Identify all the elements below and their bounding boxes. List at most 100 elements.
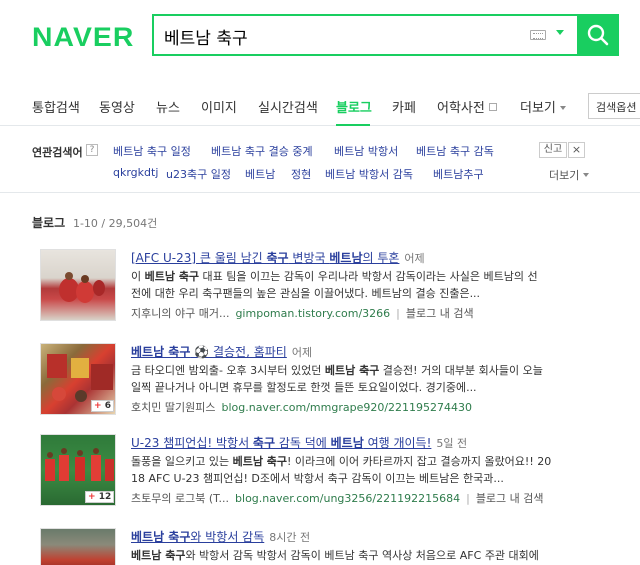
title-text: 변방국 — [288, 251, 330, 265]
result-title[interactable]: 베트남 축구와 박항서 감독 8시간 전 — [131, 528, 310, 545]
result-time: 8시간 전 — [269, 531, 311, 544]
desc-text: 결승전! 거의 대부분 회사들이 오늘 — [379, 364, 543, 377]
section-title: 블로그 — [32, 216, 66, 230]
desc-highlight: 베트남 축구 — [131, 549, 186, 562]
result-description: 이 베트남 축구 대표 팀을 이끄는 감독이 우리나라 박항서 감독이라는 사실… — [131, 268, 631, 302]
related-item[interactable]: u23축구 일정 — [166, 166, 231, 182]
result-description: 베트남 축구와 박항서 감독 박항서 감독이 베트남 축구 역사상 처음으로 A… — [131, 547, 631, 564]
related-item[interactable]: 베트남추구 — [433, 166, 484, 182]
tab-realtime[interactable]: 실시간검색 — [258, 97, 318, 116]
result-meta: 지후니의 야구 매거... gimpoman.tistory.com/3266 | 블… — [131, 307, 474, 320]
result-meta: 츠토무의 로그북 (T... blog.naver.com/ung3256/221… — [131, 492, 544, 505]
title-text: 의 투혼 — [362, 251, 400, 265]
result-author[interactable]: 호치민 딸기원피스 — [131, 401, 215, 414]
title-highlight: 축구 — [252, 436, 276, 450]
desc-text: ! 이라크에 이어 카타르까지 잡고 결승까지 올랐어요!! 20 — [287, 455, 552, 468]
tab-dictionary-label: 어학사전 — [437, 101, 485, 116]
title-text: [AFC U-23] 큰 울림 남긴 — [131, 251, 267, 265]
result-title[interactable]: 베트남 축구 ⚽ 결승전, 홈파티 어제 — [131, 343, 312, 360]
desc-highlight: 베트남 축구 — [232, 455, 288, 468]
keyboard-icon[interactable] — [530, 30, 546, 40]
related-searches: 연관검색어 ? 베트남 축구 일정 베트남 축구 결승 중계 베트남 박항서 베… — [0, 127, 640, 193]
title-text: 감독 덕에 — [275, 436, 331, 450]
chevron-down-icon — [583, 173, 590, 177]
result-author[interactable]: 츠토무의 로그북 (T... — [131, 492, 229, 505]
image-count-badge: + 6 — [91, 400, 114, 412]
result-url[interactable]: blog.naver.com/ung3256/221192215684 — [235, 492, 460, 505]
title-highlight: 축구 — [266, 251, 289, 265]
header: NAVER — [0, 0, 640, 80]
tab-more-label: 더보기 — [520, 101, 556, 116]
tab-cafe[interactable]: 카페 — [392, 97, 416, 116]
related-item[interactable]: 베트남 박항서 — [334, 143, 398, 159]
result-thumbnail[interactable]: + 6 — [40, 343, 116, 415]
related-item[interactable]: 베트남 — [245, 166, 275, 182]
result-title[interactable]: [AFC U-23] 큰 울림 남긴 축구 변방국 베트남의 투혼 어제 — [131, 249, 425, 266]
active-tab-indicator — [336, 124, 370, 126]
report-button[interactable]: 신고 — [539, 142, 567, 158]
result-url[interactable]: blog.naver.com/mmgrape920/221195274430 — [221, 401, 472, 414]
related-item[interactable]: qkrgkdtj — [113, 166, 158, 179]
search-icon — [587, 24, 609, 46]
result-item: + 6 베트남 축구 ⚽ 결승전, 홈파티 어제 금 타오디엔 밤외출- 오후 3… — [40, 343, 640, 423]
desc-text: 돌풍을 일으키고 있는 — [131, 455, 233, 468]
result-item: [AFC U-23] 큰 울림 남긴 축구 변방국 베트남의 투혼 어제 이 베트… — [40, 249, 640, 329]
search-input[interactable] — [164, 23, 524, 49]
related-item[interactable]: 베트남 축구 일정 — [113, 143, 191, 159]
result-author[interactable]: 지후니의 야구 매거... — [131, 307, 229, 320]
desc-highlight: 베트남 축구 — [144, 270, 200, 283]
related-item[interactable]: 정현 — [291, 166, 311, 182]
tab-images[interactable]: 이미지 — [201, 97, 237, 116]
title-text: 여행 개이득! — [363, 436, 432, 450]
related-item[interactable]: 베트남 축구 감독 — [416, 143, 494, 159]
result-count: 1-10 / 29,504건 — [72, 217, 158, 230]
result-time: 어제 — [404, 252, 425, 265]
title-text: U-23 챔피언십! 박항서 — [131, 436, 253, 450]
result-thumbnail[interactable]: + 12 — [40, 434, 116, 506]
search-box — [152, 14, 577, 56]
result-thumbnail[interactable] — [40, 249, 116, 321]
related-item[interactable]: 베트남 박항서 감독 — [325, 166, 413, 182]
title-highlight: 베트남 축구 — [131, 345, 191, 359]
desc-text: 이 — [131, 270, 145, 283]
help-icon[interactable]: ? — [86, 144, 98, 156]
result-item: + 12 U-23 챔피언십! 박항서 축구 감독 덕에 베트남 여행 개이득!… — [40, 434, 640, 514]
naver-logo[interactable]: NAVER — [32, 22, 134, 53]
result-url[interactable]: gimpoman.tistory.com/3266 — [235, 307, 390, 320]
result-thumbnail[interactable] — [40, 528, 116, 565]
badge-count: 6 — [104, 401, 111, 411]
blog-search-link[interactable]: 블로그 내 검색 — [476, 492, 544, 505]
result-description: 돌풍을 일으키고 있는 베트남 축구! 이라크에 이어 카타르까지 잡고 결승까… — [131, 453, 631, 487]
tab-dictionary[interactable]: 어학사전 — [437, 97, 497, 116]
search-button[interactable] — [577, 14, 619, 56]
result-title[interactable]: U-23 챔피언십! 박항서 축구 감독 덕에 베트남 여행 개이득! 5일 전 — [131, 434, 467, 451]
title-highlight: 베트남 — [330, 436, 364, 450]
desc-text: 와 박항서 감독 박항서 감독이 베트남 축구 역사상 처음으로 AFC 주관 … — [185, 549, 539, 562]
players-image — [59, 272, 105, 303]
result-item: 베트남 축구와 박항서 감독 8시간 전 베트남 축구와 박항서 감독 박항서 감… — [40, 528, 640, 565]
desc-text: 금 타오디엔 밤외출- 오후 3시부터 있었던 — [131, 364, 325, 377]
search-option-button[interactable]: 검색옵션 — [588, 93, 640, 119]
related-item[interactable]: 베트남 축구 결승 중계 — [211, 143, 313, 159]
tab-more[interactable]: 더보기 — [520, 97, 566, 116]
blog-search-link[interactable]: 블로그 내 검색 — [406, 307, 474, 320]
tab-video[interactable]: 동영상 — [99, 97, 135, 116]
desc-text: 18 AFC U-23 챔피언십! D조에서 박항서 축구 감독이 이끄는 베트… — [131, 472, 504, 485]
tab-integrated[interactable]: 통합검색 — [32, 97, 80, 116]
related-title: 연관검색어 — [32, 146, 83, 159]
tab-blog[interactable]: 블로그 — [336, 97, 372, 116]
search-tabs: 통합검색 동영상 뉴스 이미지 실시간검색 블로그 카페 어학사전 더보기 — [0, 88, 640, 126]
more-related-label: 더보기 — [549, 169, 580, 182]
chevron-down-icon — [559, 106, 566, 110]
desc-highlight: 베트남 축구 — [324, 364, 380, 377]
image-count-badge: + 12 — [85, 491, 115, 503]
tab-news[interactable]: 뉴스 — [156, 97, 180, 116]
close-icon[interactable]: × — [568, 142, 585, 158]
desc-text: 일찍 끝나거나 아니면 휴무를 할정도로 한껏 들뜬 토요일이었다. 경기중에.… — [131, 381, 477, 394]
badge-count: 12 — [98, 492, 112, 502]
title-highlight: 베트남 축구 — [131, 530, 191, 544]
external-link-icon — [488, 103, 497, 111]
autocomplete-arrow-icon[interactable] — [556, 30, 564, 35]
title-text: ⚽ 결승전, 홈파티 — [190, 345, 287, 359]
more-related-button[interactable]: 더보기 — [549, 167, 590, 183]
